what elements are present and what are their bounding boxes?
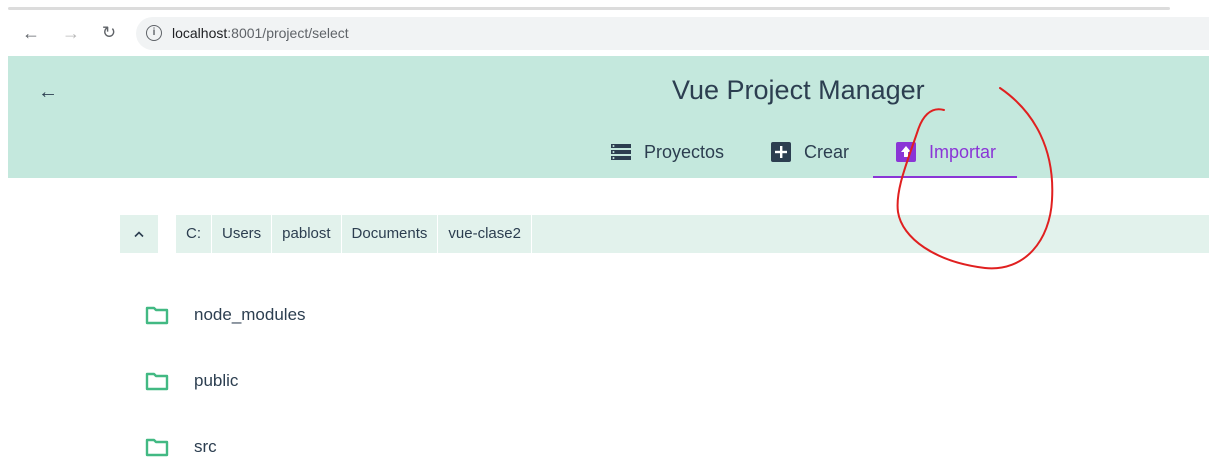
tab-crear[interactable]: Crear <box>770 136 849 178</box>
page-title: Vue Project Manager <box>672 75 925 105</box>
app-header: ← Vue Project Manager Proyectos Crear Im… <box>8 56 1209 178</box>
breadcrumb-item-documents[interactable]: Documents <box>342 215 439 253</box>
tab-label: Importar <box>929 142 997 162</box>
breadcrumb-path: C: Users pablost Documents vue-clase2 <box>176 215 1209 253</box>
folder-up-button[interactable] <box>120 215 158 253</box>
breadcrumb-item-users[interactable]: Users <box>212 215 273 253</box>
folder-icon <box>145 306 169 325</box>
folder-name: node_modules <box>194 305 306 324</box>
browser-toolbar: ← → ↻ i localhost:8001/project/select <box>0 0 1209 56</box>
reload-icon[interactable]: ↻ <box>98 22 120 44</box>
plus-box-icon <box>770 142 792 162</box>
breadcrumb-item-pablost[interactable]: pablost <box>272 215 342 253</box>
arrow-right-icon[interactable]: → <box>60 22 82 44</box>
url-path: :8001/project/select <box>227 25 349 41</box>
arrow-left-icon[interactable]: ← <box>36 80 60 104</box>
tab-importar[interactable]: Importar <box>873 136 1017 178</box>
folder-name: src <box>194 437 217 456</box>
url-host: localhost <box>172 25 228 41</box>
address-bar[interactable]: i localhost:8001/project/select <box>136 17 1209 50</box>
list-item[interactable]: node_modules <box>145 282 845 348</box>
tab-proyectos[interactable]: Proyectos <box>610 136 724 178</box>
folder-icon <box>145 438 169 457</box>
info-icon[interactable]: i <box>146 25 162 41</box>
list-item[interactable]: src <box>145 414 845 471</box>
tab-label: Crear <box>804 142 850 162</box>
list-item[interactable]: public <box>145 348 845 414</box>
tab-strip-edge <box>8 7 1170 10</box>
chevron-up-icon <box>134 231 144 238</box>
list-icon <box>610 142 632 162</box>
url-text: localhost:8001/project/select <box>172 25 349 41</box>
tab-label: Proyectos <box>644 142 725 162</box>
folder-name: public <box>194 371 239 390</box>
arrow-left-icon[interactable]: ← <box>20 22 42 44</box>
folder-icon <box>145 372 169 391</box>
breadcrumb: C: Users pablost Documents vue-clase2 <box>120 215 1209 253</box>
breadcrumb-item-vue-clase2[interactable]: vue-clase2 <box>438 215 532 253</box>
breadcrumb-item-c[interactable]: C: <box>176 215 212 253</box>
folder-list: node_modules public src <box>145 282 845 471</box>
import-icon <box>895 142 917 162</box>
